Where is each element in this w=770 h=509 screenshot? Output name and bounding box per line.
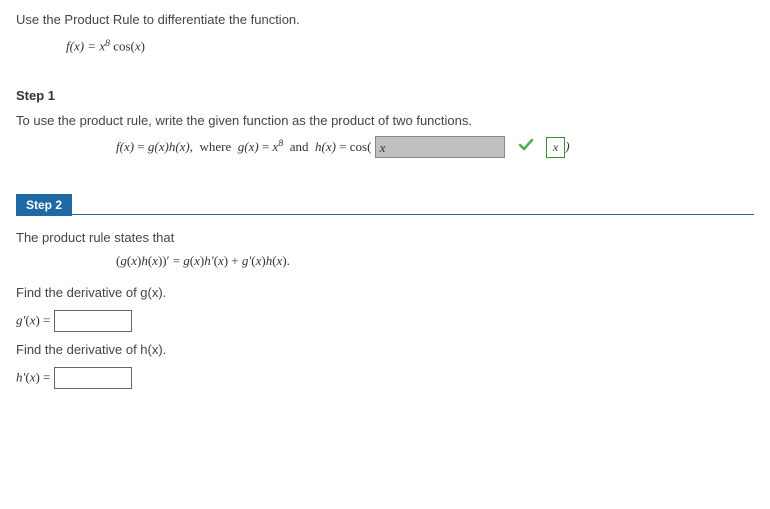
step2-line1: The product rule states that: [16, 230, 754, 245]
g-prime-label: g′(x) =: [16, 313, 50, 328]
h-prime-label: h′(x) =: [16, 370, 50, 385]
step1-expr: f(x) = g(x)h(x), where g(x) = x8 and h(x…: [116, 139, 375, 154]
question-prompt: Use the Product Rule to differentiate th…: [16, 12, 754, 27]
correct-answer: x: [553, 140, 558, 154]
find-h-text: Find the derivative of h(x).: [16, 342, 754, 357]
expr-close: ): [565, 139, 569, 154]
expr-exp: 8: [278, 138, 283, 149]
step1-title: Step 1: [16, 88, 754, 103]
fn-rhs: cos(x): [110, 38, 145, 53]
h-prime-row: h′(x) =: [16, 367, 754, 389]
check-icon: [518, 137, 534, 158]
expr-b: and h(x) = cos(: [283, 139, 371, 154]
step1-text: To use the product rule, write the given…: [16, 113, 754, 128]
step2-header: Step 2: [16, 194, 754, 216]
find-g-text: Find the derivative of g(x).: [16, 285, 754, 300]
step2-line: [72, 194, 754, 215]
fn-exp: 8: [105, 38, 110, 49]
product-rule: (g(x)h(x))′ = g(x)h′(x) + g′(x)h(x).: [116, 253, 754, 269]
step1-expression-row: f(x) = g(x)h(x), where g(x) = x8 and h(x…: [116, 136, 754, 158]
step2-tab: Step 2: [16, 194, 72, 216]
g-prime-input[interactable]: [54, 310, 132, 332]
correct-answer-box: x: [546, 137, 565, 158]
expr-a: f(x) = g(x)h(x), where g(x) = x: [116, 139, 278, 154]
step1-answer-input: x: [375, 136, 505, 158]
fn-lhs: f(x) = x: [66, 38, 105, 53]
h-prime-input[interactable]: [54, 367, 132, 389]
given-function: f(x) = x8 cos(x): [66, 37, 754, 54]
g-prime-row: g′(x) =: [16, 310, 754, 332]
